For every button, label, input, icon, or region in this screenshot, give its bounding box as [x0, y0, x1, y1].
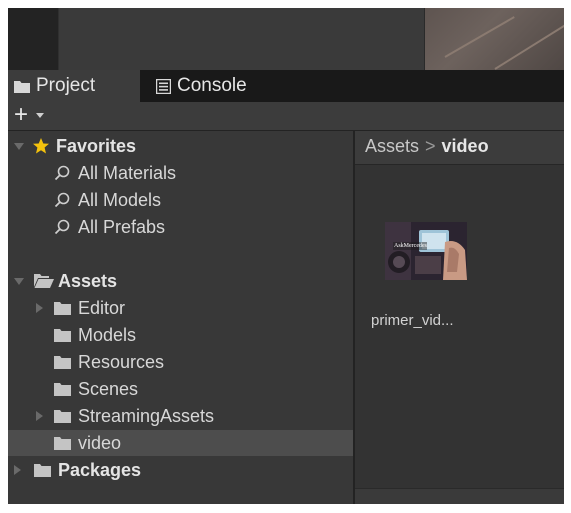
project-tree: Favorites All Materials All Models All P…	[8, 131, 353, 504]
scene-view-left	[8, 8, 58, 70]
asset-browser-footer	[355, 488, 564, 504]
unity-editor-frame: Project Console + Favorites All Material…	[8, 8, 564, 504]
tree-item-label: All Models	[78, 189, 162, 210]
breadcrumb-assets[interactable]: Assets	[365, 136, 419, 156]
expand-arrow-icon[interactable]	[36, 411, 43, 421]
folder-icon	[54, 383, 71, 396]
tree-item-resources[interactable]: Resources	[8, 349, 353, 375]
tree-item-label: Resources	[78, 351, 165, 372]
expand-arrow-icon[interactable]	[14, 278, 24, 285]
tree-item-video[interactable]: video	[8, 430, 353, 456]
plus-icon: +	[14, 101, 29, 128]
panel-tab-bar: Project Console	[8, 70, 564, 102]
expand-arrow-icon[interactable]	[14, 465, 21, 475]
tree-item-label: Scenes	[78, 378, 139, 399]
folder-open-icon	[34, 274, 54, 288]
tree-item-models[interactable]: Models	[8, 322, 353, 348]
expand-arrow-icon[interactable]	[36, 303, 43, 313]
scene-geometry-line	[444, 16, 515, 58]
tree-item-label: Editor	[78, 297, 126, 318]
tree-item-all-materials[interactable]: All Materials	[8, 160, 353, 186]
asset-browser: Assets > video AskMercedes primer_vid...	[355, 131, 564, 504]
expand-arrow-icon[interactable]	[14, 143, 24, 150]
folder-icon	[54, 356, 71, 369]
tree-item-label: Models	[78, 324, 137, 345]
tree-item-all-models[interactable]: All Models	[8, 187, 353, 213]
folder-icon	[34, 464, 51, 477]
tree-item-all-prefabs[interactable]: All Prefabs	[8, 214, 353, 240]
tree-item-label: All Prefabs	[78, 216, 166, 237]
folder-icon	[54, 437, 71, 450]
tab-console-label: Console	[177, 75, 247, 96]
tree-item-favorites[interactable]: Favorites	[8, 133, 353, 159]
search-icon	[54, 219, 70, 235]
tree-item-assets[interactable]: Assets	[8, 268, 353, 294]
add-asset-button[interactable]: +	[14, 103, 28, 127]
tree-item-packages[interactable]: Packages	[8, 457, 353, 483]
tree-item-editor[interactable]: Editor	[8, 295, 353, 321]
console-icon	[156, 78, 171, 94]
breadcrumb: Assets > video	[365, 136, 489, 157]
tree-item-label: Assets	[58, 270, 118, 291]
tab-project-label: Project	[36, 75, 96, 96]
breadcrumb-bar: Assets > video	[355, 131, 564, 165]
asset-thumbnail[interactable]: AskMercedes	[385, 222, 467, 280]
tree-item-streamingassets[interactable]: StreamingAssets	[8, 403, 353, 429]
tree-item-scenes[interactable]: Scenes	[8, 376, 353, 402]
breadcrumb-separator: >	[425, 136, 436, 156]
star-icon	[33, 138, 49, 154]
scene-view-strip	[8, 8, 564, 70]
search-icon	[54, 165, 70, 181]
tree-item-label: video	[78, 432, 122, 453]
asset-name[interactable]: primer_vid...	[371, 312, 491, 329]
scene-view-middle	[58, 8, 424, 70]
search-icon	[54, 192, 70, 208]
thumbnail-caption: AskMercedes	[394, 243, 427, 249]
scene-viewport[interactable]	[425, 8, 564, 70]
video-thumbnail-image	[385, 222, 467, 280]
folder-icon	[54, 302, 71, 315]
folder-icon	[54, 410, 71, 423]
project-toolbar: +	[8, 102, 564, 131]
tree-item-label: StreamingAssets	[78, 405, 215, 426]
tab-project[interactable]: Project	[8, 70, 140, 102]
folder-icon	[54, 329, 71, 342]
scene-geometry-line	[494, 20, 564, 70]
tree-item-label: Packages	[58, 459, 142, 480]
chevron-down-icon[interactable]	[36, 113, 44, 118]
folder-icon	[14, 80, 30, 93]
tab-console[interactable]: Console	[156, 70, 286, 102]
breadcrumb-current[interactable]: video	[442, 136, 489, 156]
tree-item-label: All Materials	[78, 162, 177, 183]
tree-item-label: Favorites	[56, 135, 137, 156]
